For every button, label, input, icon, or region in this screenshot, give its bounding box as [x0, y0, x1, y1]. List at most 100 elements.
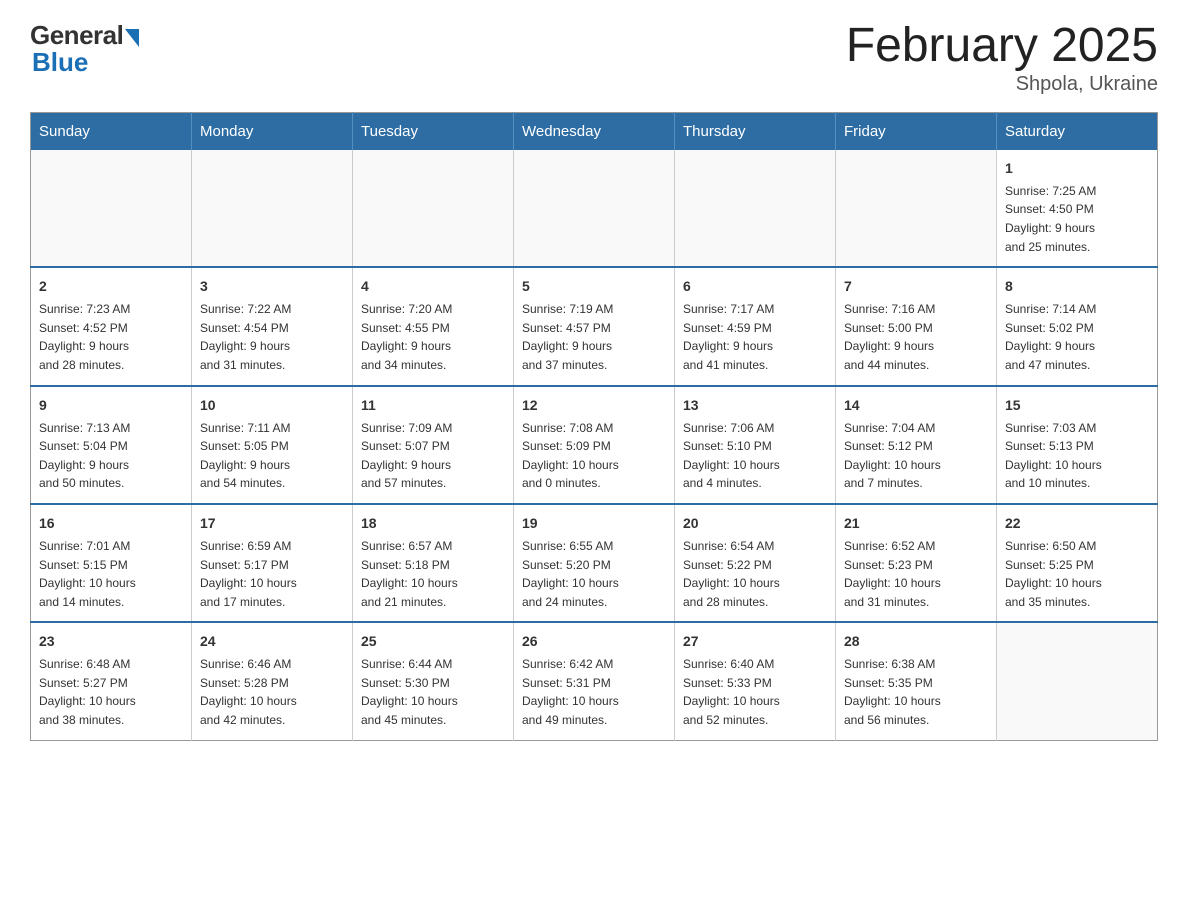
calendar-cell — [836, 150, 997, 267]
logo: General Blue — [30, 20, 139, 78]
day-header-thursday: Thursday — [675, 112, 836, 150]
day-info: Sunrise: 6:57 AM Sunset: 5:18 PM Dayligh… — [361, 537, 505, 611]
day-info: Sunrise: 7:09 AM Sunset: 5:07 PM Dayligh… — [361, 419, 505, 493]
day-info: Sunrise: 6:50 AM Sunset: 5:25 PM Dayligh… — [1005, 537, 1149, 611]
day-number: 11 — [361, 395, 505, 416]
day-info: Sunrise: 7:11 AM Sunset: 5:05 PM Dayligh… — [200, 419, 344, 493]
day-number: 17 — [200, 513, 344, 534]
calendar-cell: 13 Sunrise: 7:06 AM Sunset: 5:10 PM Dayli… — [675, 386, 836, 504]
logo-arrow-icon — [125, 29, 139, 47]
day-info: Sunrise: 7:04 AM Sunset: 5:12 PM Dayligh… — [844, 419, 988, 493]
calendar-cell: 1 Sunrise: 7:25 AM Sunset: 4:50 PM Daylig… — [997, 150, 1158, 267]
day-info: Sunrise: 7:14 AM Sunset: 5:02 PM Dayligh… — [1005, 300, 1149, 374]
day-number: 4 — [361, 276, 505, 297]
calendar-cell — [514, 150, 675, 267]
day-number: 13 — [683, 395, 827, 416]
calendar-cell: 21 Sunrise: 6:52 AM Sunset: 5:23 PM Dayli… — [836, 504, 997, 622]
day-info: Sunrise: 7:20 AM Sunset: 4:55 PM Dayligh… — [361, 300, 505, 374]
calendar-cell: 12Sunrise: 7:08 AM Sunset: 5:09 PM Dayli… — [514, 386, 675, 504]
day-number: 18 — [361, 513, 505, 534]
logo-blue-text: Blue — [32, 47, 88, 78]
calendar-cell: 25 Sunrise: 6:44 AM Sunset: 5:30 PM Dayli… — [353, 622, 514, 740]
calendar-cell: 27 Sunrise: 6:40 AM Sunset: 5:33 PM Dayli… — [675, 622, 836, 740]
calendar-cell: 15 Sunrise: 7:03 AM Sunset: 5:13 PM Dayli… — [997, 386, 1158, 504]
day-number: 16 — [39, 513, 183, 534]
day-info: Sunrise: 6:48 AM Sunset: 5:27 PM Dayligh… — [39, 655, 183, 729]
day-number: 27 — [683, 631, 827, 652]
calendar-cell: 19Sunrise: 6:55 AM Sunset: 5:20 PM Dayli… — [514, 504, 675, 622]
calendar-week-5: 23 Sunrise: 6:48 AM Sunset: 5:27 PM Dayli… — [31, 622, 1158, 740]
day-info: Sunrise: 7:16 AM Sunset: 5:00 PM Dayligh… — [844, 300, 988, 374]
calendar-week-1: 1 Sunrise: 7:25 AM Sunset: 4:50 PM Daylig… — [31, 150, 1158, 267]
calendar-cell: 4 Sunrise: 7:20 AM Sunset: 4:55 PM Daylig… — [353, 267, 514, 385]
calendar-cell: 8 Sunrise: 7:14 AM Sunset: 5:02 PM Daylig… — [997, 267, 1158, 385]
day-info: Sunrise: 7:19 AM Sunset: 4:57 PM Dayligh… — [522, 300, 666, 374]
calendar-cell: 17 Sunrise: 6:59 AM Sunset: 5:17 PM Dayli… — [192, 504, 353, 622]
day-info: Sunrise: 6:55 AM Sunset: 5:20 PM Dayligh… — [522, 537, 666, 611]
page-header: General Blue February 2025 Shpola, Ukrai… — [30, 20, 1158, 96]
calendar-cell: 28 Sunrise: 6:38 AM Sunset: 5:35 PM Dayli… — [836, 622, 997, 740]
day-number: 9 — [39, 395, 183, 416]
day-info: Sunrise: 6:44 AM Sunset: 5:30 PM Dayligh… — [361, 655, 505, 729]
calendar-cell: 22 Sunrise: 6:50 AM Sunset: 5:25 PM Dayli… — [997, 504, 1158, 622]
calendar-cell: 14 Sunrise: 7:04 AM Sunset: 5:12 PM Dayli… — [836, 386, 997, 504]
day-number: 21 — [844, 513, 988, 534]
day-number: 23 — [39, 631, 183, 652]
calendar-cell: 11 Sunrise: 7:09 AM Sunset: 5:07 PM Dayli… — [353, 386, 514, 504]
calendar-cell: 20 Sunrise: 6:54 AM Sunset: 5:22 PM Dayli… — [675, 504, 836, 622]
day-info: Sunrise: 6:42 AM Sunset: 5:31 PM Dayligh… — [522, 655, 666, 729]
calendar-cell: 9 Sunrise: 7:13 AM Sunset: 5:04 PM Daylig… — [31, 386, 192, 504]
day-number: 7 — [844, 276, 988, 297]
calendar-cell: 6Sunrise: 7:17 AM Sunset: 4:59 PM Daylig… — [675, 267, 836, 385]
day-number: 10 — [200, 395, 344, 416]
day-info: Sunrise: 7:08 AM Sunset: 5:09 PM Dayligh… — [522, 419, 666, 493]
day-number: 28 — [844, 631, 988, 652]
calendar-cell — [31, 150, 192, 267]
day-info: Sunrise: 7:22 AM Sunset: 4:54 PM Dayligh… — [200, 300, 344, 374]
day-info: Sunrise: 6:54 AM Sunset: 5:22 PM Dayligh… — [683, 537, 827, 611]
calendar-cell — [192, 150, 353, 267]
calendar-week-3: 9 Sunrise: 7:13 AM Sunset: 5:04 PM Daylig… — [31, 386, 1158, 504]
calendar-cell: 18 Sunrise: 6:57 AM Sunset: 5:18 PM Dayli… — [353, 504, 514, 622]
day-info: Sunrise: 6:40 AM Sunset: 5:33 PM Dayligh… — [683, 655, 827, 729]
calendar-cell — [997, 622, 1158, 740]
day-header-monday: Monday — [192, 112, 353, 150]
day-info: Sunrise: 7:01 AM Sunset: 5:15 PM Dayligh… — [39, 537, 183, 611]
day-info: Sunrise: 7:23 AM Sunset: 4:52 PM Dayligh… — [39, 300, 183, 374]
calendar-cell: 16 Sunrise: 7:01 AM Sunset: 5:15 PM Dayli… — [31, 504, 192, 622]
calendar-cell: 26Sunrise: 6:42 AM Sunset: 5:31 PM Dayli… — [514, 622, 675, 740]
day-number: 25 — [361, 631, 505, 652]
calendar-cell: 5 Sunrise: 7:19 AM Sunset: 4:57 PM Daylig… — [514, 267, 675, 385]
day-info: Sunrise: 7:25 AM Sunset: 4:50 PM Dayligh… — [1005, 182, 1149, 256]
day-number: 22 — [1005, 513, 1149, 534]
day-number: 5 — [522, 276, 666, 297]
calendar-title: February 2025 — [846, 20, 1158, 73]
calendar-cell: 3 Sunrise: 7:22 AM Sunset: 4:54 PM Daylig… — [192, 267, 353, 385]
day-info: Sunrise: 7:13 AM Sunset: 5:04 PM Dayligh… — [39, 419, 183, 493]
day-number: 8 — [1005, 276, 1149, 297]
calendar-cell: 10 Sunrise: 7:11 AM Sunset: 5:05 PM Dayli… — [192, 386, 353, 504]
calendar-table: SundayMondayTuesdayWednesdayThursdayFrid… — [30, 112, 1158, 741]
day-number: 14 — [844, 395, 988, 416]
day-info: Sunrise: 6:38 AM Sunset: 5:35 PM Dayligh… — [844, 655, 988, 729]
calendar-week-4: 16 Sunrise: 7:01 AM Sunset: 5:15 PM Dayli… — [31, 504, 1158, 622]
day-number: 20 — [683, 513, 827, 534]
day-info: Sunrise: 7:17 AM Sunset: 4:59 PM Dayligh… — [683, 300, 827, 374]
calendar-week-2: 2 Sunrise: 7:23 AM Sunset: 4:52 PM Daylig… — [31, 267, 1158, 385]
day-info: Sunrise: 6:52 AM Sunset: 5:23 PM Dayligh… — [844, 537, 988, 611]
day-number: 2 — [39, 276, 183, 297]
calendar-cell — [675, 150, 836, 267]
day-header-tuesday: Tuesday — [353, 112, 514, 150]
day-header-friday: Friday — [836, 112, 997, 150]
day-info: Sunrise: 7:06 AM Sunset: 5:10 PM Dayligh… — [683, 419, 827, 493]
day-header-wednesday: Wednesday — [514, 112, 675, 150]
calendar-cell: 24Sunrise: 6:46 AM Sunset: 5:28 PM Dayli… — [192, 622, 353, 740]
calendar-cell — [353, 150, 514, 267]
day-number: 15 — [1005, 395, 1149, 416]
day-number: 3 — [200, 276, 344, 297]
day-number: 1 — [1005, 158, 1149, 179]
day-info: Sunrise: 6:59 AM Sunset: 5:17 PM Dayligh… — [200, 537, 344, 611]
calendar-cell: 23 Sunrise: 6:48 AM Sunset: 5:27 PM Dayli… — [31, 622, 192, 740]
calendar-cell: 7 Sunrise: 7:16 AM Sunset: 5:00 PM Daylig… — [836, 267, 997, 385]
day-info: Sunrise: 7:03 AM Sunset: 5:13 PM Dayligh… — [1005, 419, 1149, 493]
